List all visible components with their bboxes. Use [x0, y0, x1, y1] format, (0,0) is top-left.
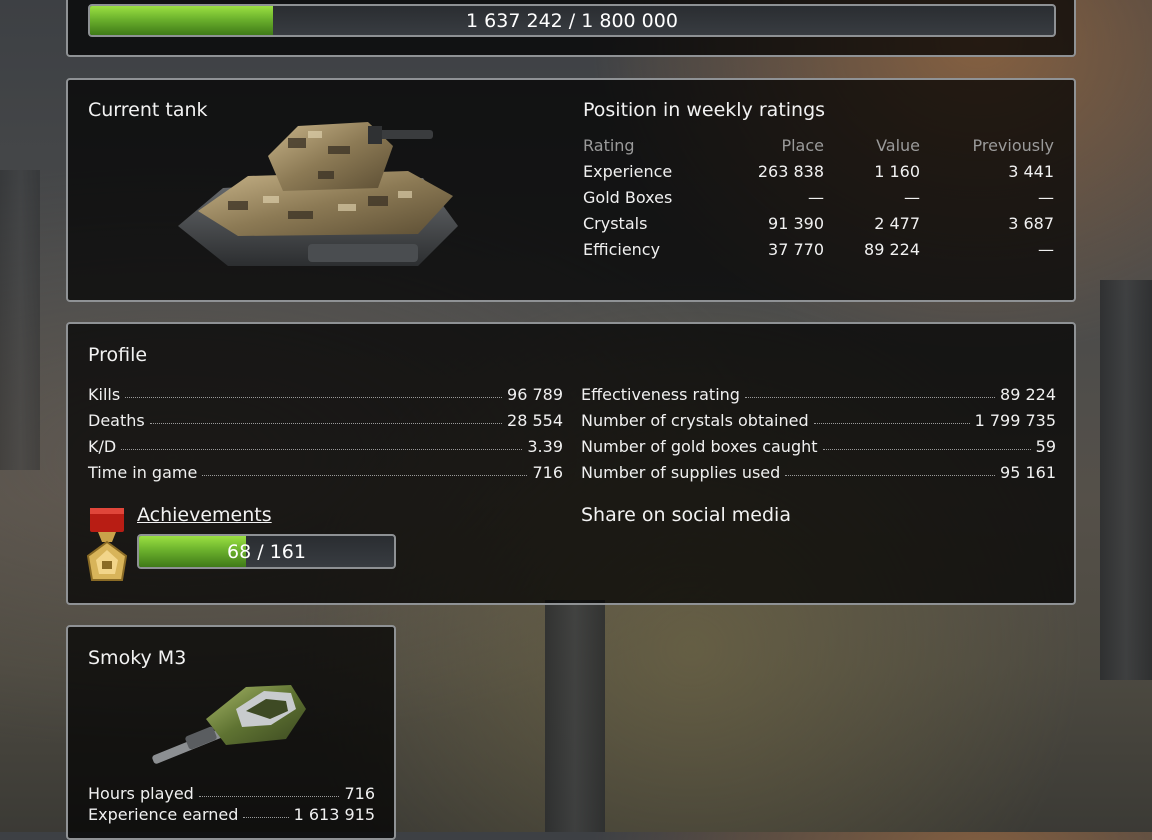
list-item: Experience earned 1 613 915	[88, 803, 375, 824]
rating-place: —	[808, 187, 824, 207]
rating-previously: —	[1038, 239, 1054, 259]
ratings-header-row: Rating Place Value Previously	[583, 132, 1054, 158]
achievements-progress-bar: 68 / 161	[137, 534, 396, 569]
rating-value: 2 477	[874, 213, 920, 233]
profile-stats-left: Kills 96 789 Deaths 28 554 K/D 3.39 Time…	[88, 378, 563, 482]
profile-stats-right: Effectiveness rating 89 224 Number of cr…	[581, 378, 1056, 482]
table-row: Gold Boxes — — —	[583, 184, 1054, 210]
dot-leader	[121, 449, 523, 450]
list-item: Kills 96 789	[88, 378, 563, 404]
stat-label: Experience earned	[88, 805, 239, 824]
weekly-ratings-table: Rating Place Value Previously Experience…	[583, 132, 1054, 262]
background-pillar	[1100, 280, 1152, 680]
weekly-ratings-title: Position in weekly ratings	[583, 99, 826, 121]
stat-label: Time in game	[88, 463, 198, 482]
experience-panel: 1 637 242 / 1 800 000	[66, 0, 1076, 57]
background-pillar	[0, 170, 40, 470]
dot-leader	[822, 449, 1031, 450]
experience-progress-text: 1 637 242 / 1 800 000	[466, 9, 678, 32]
list-item: Time in game 716	[88, 456, 563, 482]
table-row: Crystals 91 390 2 477 3 687	[583, 210, 1054, 236]
header-rating: Rating	[583, 135, 635, 155]
rating-value: 89 224	[864, 239, 920, 259]
dot-leader	[785, 475, 996, 476]
list-item: K/D 3.39	[88, 430, 563, 456]
achievements-progress-text: 68 / 161	[227, 540, 306, 563]
stat-value: 3.39	[527, 437, 563, 456]
background-pillar	[545, 600, 605, 832]
rating-previously: 3 687	[1008, 213, 1054, 233]
rating-previously: 3 441	[1008, 161, 1054, 181]
dot-leader	[202, 475, 528, 476]
turret-image	[146, 679, 316, 769]
rating-value: —	[904, 187, 920, 207]
stat-value: 716	[344, 784, 375, 803]
stat-value: 96 789	[507, 385, 563, 404]
dot-leader	[149, 423, 503, 424]
turret-stats: Hours played 716 Experience earned 1 613…	[88, 782, 375, 824]
list-item: Number of supplies used 95 161	[581, 456, 1056, 482]
stat-value: 89 224	[1000, 385, 1056, 404]
dot-leader	[813, 423, 970, 424]
stat-label: Deaths	[88, 411, 145, 430]
list-item: Number of crystals obtained 1 799 735	[581, 404, 1056, 430]
rating-place: 91 390	[768, 213, 824, 233]
turret-title: Smoky M3	[88, 647, 187, 669]
dot-leader	[198, 796, 340, 797]
profile-title: Profile	[88, 344, 148, 366]
tank-ratings-panel: Current tank Position in weekly ratings …	[66, 78, 1076, 302]
stat-value: 95 161	[1000, 463, 1056, 482]
header-previously: Previously	[972, 135, 1054, 155]
dot-leader	[744, 397, 996, 398]
list-item: Deaths 28 554	[88, 404, 563, 430]
share-social-label[interactable]: Share on social media	[581, 504, 791, 526]
table-row: Experience 263 838 1 160 3 441	[583, 158, 1054, 184]
stat-value: 28 554	[507, 411, 563, 430]
rating-previously: —	[1038, 187, 1054, 207]
achievements-link[interactable]: Achievements	[137, 504, 272, 526]
stat-label: Kills	[88, 385, 121, 404]
dot-leader	[125, 397, 503, 398]
rating-value: 1 160	[874, 161, 920, 181]
rating-name: Gold Boxes	[583, 187, 673, 207]
stat-value: 716	[532, 463, 563, 482]
rating-place: 37 770	[768, 239, 824, 259]
stat-label: Number of gold boxes caught	[581, 437, 818, 456]
list-item: Number of gold boxes caught 59	[581, 430, 1056, 456]
rating-name: Crystals	[583, 213, 648, 233]
list-item: Hours played 716	[88, 782, 375, 803]
tank-image	[168, 116, 468, 284]
table-row: Efficiency 37 770 89 224 —	[583, 236, 1054, 262]
stat-label: Number of supplies used	[581, 463, 781, 482]
stat-label: Number of crystals obtained	[581, 411, 809, 430]
stat-value: 59	[1035, 437, 1056, 456]
stat-label: Effectiveness rating	[581, 385, 740, 404]
turret-panel: Smoky M3 Hours played 716 Experience ear…	[66, 625, 396, 840]
header-place: Place	[781, 135, 824, 155]
header-value: Value	[876, 135, 920, 155]
rating-place: 263 838	[757, 161, 824, 181]
list-item: Effectiveness rating 89 224	[581, 378, 1056, 404]
rating-name: Experience	[583, 161, 673, 181]
stat-label: K/D	[88, 437, 117, 456]
medal-icon	[84, 506, 130, 586]
rating-name: Efficiency	[583, 239, 661, 259]
experience-progress-bar: 1 637 242 / 1 800 000	[88, 4, 1056, 37]
stat-value: 1 613 915	[293, 805, 375, 824]
profile-panel: Profile Kills 96 789 Deaths 28 554 K/D 3…	[66, 322, 1076, 605]
dot-leader	[243, 817, 289, 818]
stat-value: 1 799 735	[974, 411, 1056, 430]
stat-label: Hours played	[88, 784, 194, 803]
